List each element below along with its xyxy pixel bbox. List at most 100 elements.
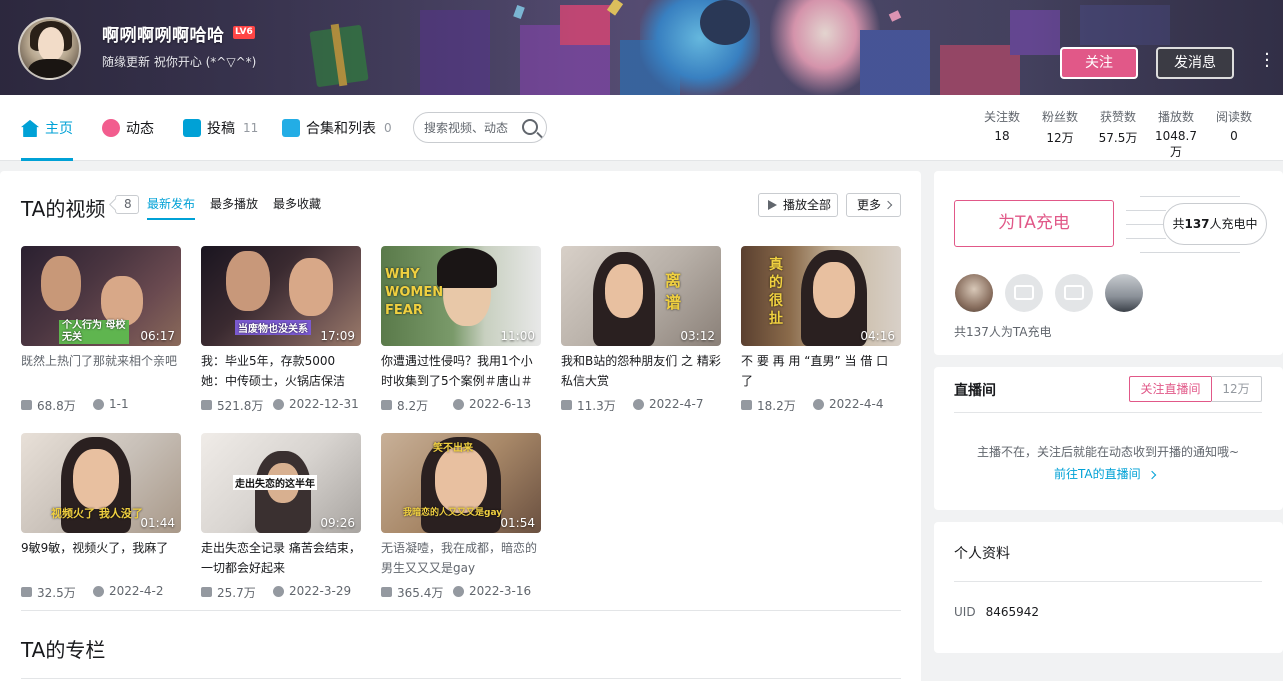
search-icon[interactable] — [522, 119, 538, 135]
video-card[interactable]: 当废物也没关系 17:09 我：毕业5年，存款5000 她：中传硕士，火锅店保洁… — [201, 246, 361, 413]
sort-most-played[interactable]: 最多播放 — [210, 195, 258, 212]
play-count-icon — [201, 587, 212, 597]
tab-dynamic-label: 动态 — [126, 121, 154, 137]
videos-section-title[interactable]: TA的视频 — [21, 193, 105, 222]
video-meta: 32.5万 2022-4-2 — [21, 584, 181, 600]
charger-avatar[interactable] — [1005, 274, 1043, 312]
play-count-icon — [21, 587, 32, 597]
section-divider — [21, 678, 901, 679]
video-thumbnail[interactable]: 个人行为 母校无关 06:17 — [21, 246, 181, 346]
play-count-icon — [741, 400, 752, 410]
stat-following[interactable]: 关注数 18 — [983, 108, 1021, 143]
search-box — [413, 112, 547, 143]
thumbnail-caption: 个人行为 母校无关 — [59, 320, 129, 344]
chevron-right-icon — [1147, 470, 1156, 480]
video-duration: 04:16 — [860, 329, 895, 343]
stat-followers[interactable]: 粉丝数 12万 — [1041, 108, 1079, 146]
profile-banner: 啊咧啊咧啊哈哈 LV6 随缘更新 祝你开心 (*^▽^*) 关注 发消息 · · · — [0, 0, 1283, 95]
charger-avatar[interactable] — [1105, 274, 1143, 312]
video-thumbnail[interactable]: 离谱 03:12 — [561, 246, 721, 346]
video-meta: 8.2万 2022-6-13 — [381, 397, 541, 413]
video-meta: 11.3万 2022-4-7 — [561, 397, 721, 413]
tab-uploads-label: 投稿 — [207, 121, 235, 137]
search-input[interactable] — [424, 119, 520, 137]
video-duration: 11:00 — [500, 329, 535, 343]
video-title[interactable]: 你遭遇过性侵吗？我用1个小时收集到了5个案例＃唐山＃ — [381, 351, 541, 391]
play-all-button[interactable]: 播放全部 — [758, 193, 838, 217]
tab-collections[interactable]: 合集和列表 0 — [282, 95, 392, 161]
more-options-icon[interactable]: · · · — [1263, 46, 1271, 76]
message-button[interactable]: 发消息 — [1156, 47, 1234, 79]
thumbnail-caption: 我暗恋的人又又又是gay — [403, 508, 503, 518]
charge-button[interactable]: 为TA充电 — [954, 200, 1114, 247]
follow-button[interactable]: 关注 — [1060, 47, 1138, 79]
username: 啊咧啊咧啊哈哈 — [102, 26, 225, 46]
video-title[interactable]: 我和B站的怨种朋友们 之 精彩私信大赏 — [561, 351, 721, 391]
flower-icon — [102, 119, 120, 137]
video-thumbnail[interactable]: 走出失恋的这半年 09:26 — [201, 433, 361, 533]
video-meta: 68.8万 1-1 — [21, 397, 181, 413]
video-card[interactable]: WHY WOMEN FEAR 11:00 你遭遇过性侵吗？我用1个小时收集到了5… — [381, 246, 541, 413]
tab-uploads-count: 11 — [243, 121, 259, 135]
tv-default-icon — [1014, 285, 1034, 300]
video-thumbnail[interactable]: 当废物也没关系 17:09 — [201, 246, 361, 346]
tab-uploads[interactable]: 投稿 11 — [183, 95, 258, 161]
video-card[interactable]: 笑不出来 我暗恋的人又又又是gay 01:54 无语凝噎，我在成都，暗恋的男生又… — [381, 433, 541, 600]
uid-value: 8465942 — [985, 605, 1040, 619]
thumbnail-caption: WHY WOMEN FEAR — [385, 267, 444, 318]
video-card[interactable]: 个人行为 母校无关 06:17 既然上热门了那就来相个亲吧 68.8万 1-1 — [21, 246, 181, 413]
clock-icon — [93, 586, 104, 597]
charger-avatar[interactable] — [1055, 274, 1093, 312]
avatar[interactable] — [18, 17, 81, 80]
video-thumbnail[interactable]: 笑不出来 我暗恋的人又又又是gay 01:54 — [381, 433, 541, 533]
video-title[interactable]: 我：毕业5年，存款5000 她：中传硕士，火锅店保洁 — [201, 351, 361, 391]
circuit-line-decoration — [1126, 224, 1166, 225]
tab-home[interactable]: 主页 — [21, 95, 73, 161]
clock-icon — [273, 399, 284, 410]
video-title[interactable]: 无语凝噎，我在成都，暗恋的男生又又又是gay — [381, 538, 541, 578]
column-section-title[interactable]: TA的专栏 — [21, 634, 105, 663]
clock-icon — [813, 399, 824, 410]
circuit-line-decoration — [1140, 196, 1240, 197]
video-card[interactable]: 离谱 03:12 我和B站的怨种朋友们 之 精彩私信大赏 11.3万 2022-… — [561, 246, 721, 413]
video-thumbnail[interactable]: 视频火了 我人没了 01:44 — [21, 433, 181, 533]
thumbnail-caption: 当废物也没关系 — [235, 320, 311, 335]
clock-icon — [453, 586, 464, 597]
chevron-right-icon — [883, 200, 893, 210]
live-title: 直播间 — [954, 383, 996, 399]
video-card[interactable]: 视频火了 我人没了 01:44 9敏9敏，视频火了，我麻了 32.5万 2022… — [21, 433, 181, 600]
sort-latest[interactable]: 最新发布 — [147, 195, 196, 220]
goto-live-link[interactable]: 前往TA的直播间 — [1054, 465, 1156, 482]
uid-row: UID 8465942 — [954, 605, 1040, 619]
follow-live-button[interactable]: 关注直播间 — [1129, 376, 1212, 402]
video-meta: 521.8万 2022-12-31 — [201, 397, 361, 413]
video-title[interactable]: 不 要 再 用 “直男” 当 借 口 了 — [741, 351, 901, 391]
video-meta: 18.2万 2022-4-4 — [741, 397, 901, 413]
clock-icon — [93, 399, 104, 410]
video-card[interactable]: 真的很扯 04:16 不 要 再 用 “直男” 当 借 口 了 18.2万 20… — [741, 246, 901, 413]
live-follow-count: 12万 — [1211, 376, 1262, 402]
thumbnail-caption: 笑不出来 — [433, 443, 473, 454]
charge-note: 共137人为TA充电 — [954, 325, 1052, 339]
video-icon — [183, 119, 201, 137]
video-card[interactable]: 走出失恋的这半年 09:26 走出失恋全记录 痛苦会结束，一切都会好起来 25.… — [201, 433, 361, 600]
charge-count-pill: 共137人充电中 — [1163, 203, 1267, 245]
video-duration: 01:44 — [140, 516, 175, 530]
thumbnail-caption: 真的很扯 — [769, 257, 783, 327]
stat-reads: 阅读数 0 — [1215, 110, 1252, 143]
video-title[interactable]: 走出失恋全记录 痛苦会结束，一切都会好起来 — [201, 538, 361, 578]
live-divider — [954, 412, 1262, 413]
clock-icon — [453, 399, 464, 410]
home-icon — [21, 119, 39, 137]
profile-info-panel — [934, 522, 1283, 653]
sort-most-favorited[interactable]: 最多收藏 — [273, 195, 321, 212]
video-thumbnail[interactable]: WHY WOMEN FEAR 11:00 — [381, 246, 541, 346]
tab-dynamic[interactable]: 动态 — [102, 95, 154, 161]
video-thumbnail[interactable]: 真的很扯 04:16 — [741, 246, 901, 346]
live-offline-message: 主播不在，关注后就能在动态收到开播的通知哦~ — [976, 445, 1240, 459]
more-videos-button[interactable]: 更多 — [846, 193, 901, 217]
thumbnail-caption: 离谱 — [665, 271, 682, 312]
charger-avatar[interactable] — [955, 274, 993, 312]
video-title[interactable]: 既然上热门了那就来相个亲吧 — [21, 351, 181, 391]
video-title[interactable]: 9敏9敏，视频火了，我麻了 — [21, 538, 181, 578]
